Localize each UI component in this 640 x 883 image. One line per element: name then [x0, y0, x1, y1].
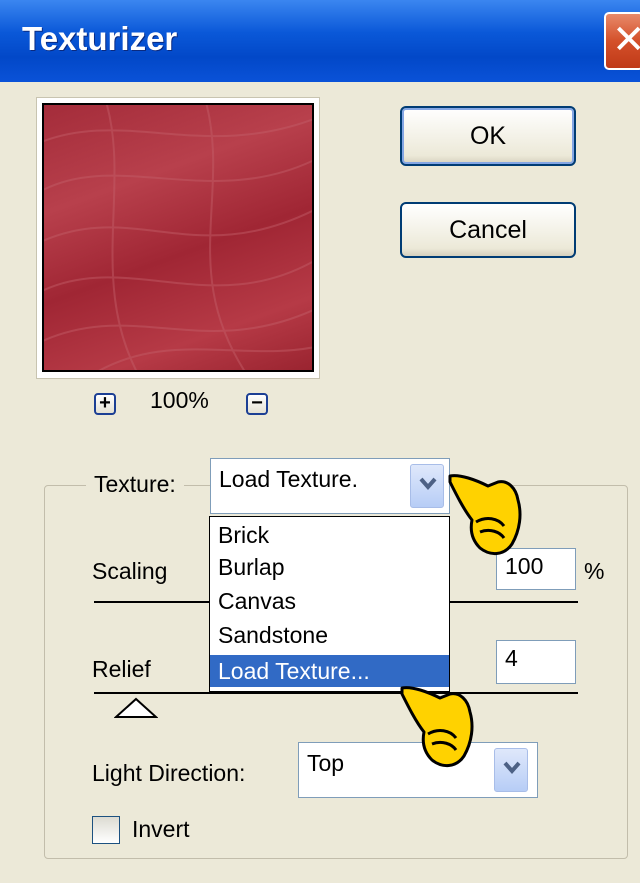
zoom-in-button[interactable]: +: [94, 393, 116, 415]
texture-dropdown-list[interactable]: Brick Burlap Canvas Sandstone Load Textu…: [209, 516, 450, 692]
scaling-label: Scaling: [92, 558, 168, 584]
invert-label: Invert: [132, 816, 190, 842]
relief-input[interactable]: 4: [496, 640, 576, 684]
relief-slider-track[interactable]: [94, 692, 578, 694]
chevron-down-icon: [419, 477, 437, 491]
texture-preview[interactable]: [42, 103, 314, 372]
zoom-out-button[interactable]: −: [246, 393, 268, 415]
texture-selected-value: Load Texture.: [219, 466, 358, 492]
scaling-unit: %: [584, 558, 605, 584]
pointing-hand-icon: [448, 474, 522, 555]
light-direction-dropdown-arrow[interactable]: [494, 748, 528, 792]
slider-thumb-icon[interactable]: [114, 697, 158, 719]
invert-checkbox[interactable]: [92, 816, 120, 844]
dropdown-option-sandstone[interactable]: Sandstone: [210, 619, 449, 651]
dropdown-option-brick[interactable]: Brick: [210, 519, 449, 551]
close-button[interactable]: ✕: [604, 12, 640, 70]
dropdown-option-burlap[interactable]: Burlap: [210, 551, 449, 583]
ok-button[interactable]: OK: [400, 106, 576, 166]
texture-label: Texture:: [86, 471, 184, 498]
relief-label: Relief: [92, 656, 151, 682]
texture-dropdown-arrow[interactable]: [410, 464, 444, 508]
window-title: Texturizer: [22, 20, 178, 57]
light-direction-value: Top: [307, 750, 345, 776]
light-direction-label: Light Direction:: [92, 760, 246, 786]
close-icon: ✕: [612, 18, 640, 62]
dropdown-option-canvas[interactable]: Canvas: [210, 585, 449, 617]
texture-pattern: [44, 105, 312, 370]
zoom-level: 100%: [150, 387, 209, 413]
cancel-button[interactable]: Cancel: [400, 202, 576, 258]
pointing-hand-icon: [400, 686, 474, 767]
chevron-down-icon: [503, 761, 521, 775]
title-bar: Texturizer ✕: [0, 0, 640, 82]
